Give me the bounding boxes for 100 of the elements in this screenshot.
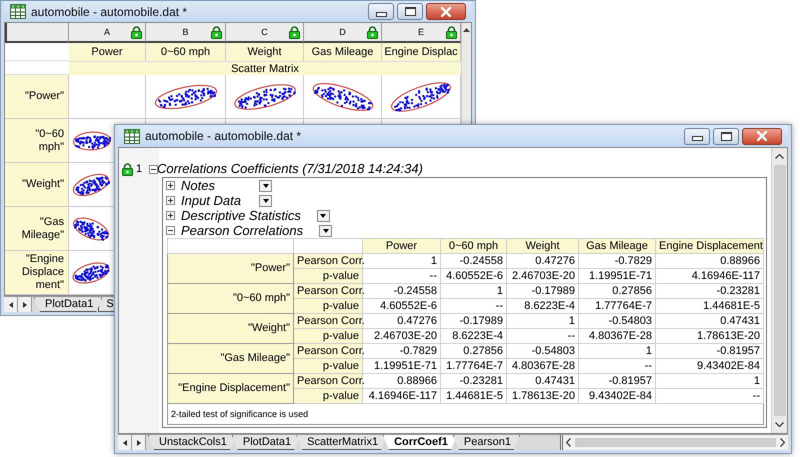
scatter-plot-drawing xyxy=(390,80,452,113)
expand-toggle[interactable] xyxy=(166,181,175,190)
section-label: Descriptive Statistics xyxy=(181,208,301,223)
grid-corner xyxy=(5,23,69,44)
table-cell: -0.81957 xyxy=(656,344,764,358)
table-cell: -0.23281 xyxy=(656,284,764,298)
scrollbar-thumb[interactable] xyxy=(574,438,776,447)
table-cell: 1.77764E-7 xyxy=(578,298,656,314)
table-cell: -0.7829 xyxy=(362,344,440,358)
table-cell: 9.43402E-84 xyxy=(656,358,764,374)
table-cell: 1 xyxy=(506,314,578,328)
lock-icon xyxy=(131,26,142,40)
scroll-up-arrow-icon[interactable] xyxy=(463,28,470,32)
column-letter: C xyxy=(261,27,268,38)
lock-icon xyxy=(446,26,457,40)
table-cell: 1 xyxy=(578,344,656,358)
row-number: 1 xyxy=(136,163,142,175)
dropdown-button[interactable] xyxy=(259,180,272,192)
sheet-tab[interactable]: PlotData1 xyxy=(34,297,102,312)
table-cell: 2.46703E-20 xyxy=(362,328,440,344)
table-cell: 0.47276 xyxy=(362,314,440,328)
table-cell: 4.60552E-6 xyxy=(362,298,440,314)
column-header[interactable]: B xyxy=(146,23,226,44)
sheet-tab[interactable]: Pearson1 xyxy=(452,435,520,450)
table-cell: -0.17989 xyxy=(506,284,578,298)
sheet-tab[interactable]: CorrCoef1 xyxy=(383,435,457,450)
table-cell: 4.16946E-117 xyxy=(656,268,764,284)
stat-label: Pearson Corr. xyxy=(294,374,362,388)
stat-label: p-value xyxy=(294,268,362,284)
table-cell: -- xyxy=(440,298,506,314)
dropdown-button[interactable] xyxy=(259,194,272,206)
row-header: "Gas Mileage" xyxy=(168,344,294,374)
table-cell: 0.27856 xyxy=(578,284,656,298)
report-title: Correlations Coefficients (7/31/2018 14:24:34) xyxy=(157,161,424,176)
stat-label: Pearson Corr. xyxy=(294,314,362,328)
expand-toggle[interactable] xyxy=(166,211,175,220)
sheet-tab[interactable]: PlotData1 xyxy=(232,435,300,450)
minimize-button[interactable] xyxy=(684,128,710,144)
table-cell: 0~60 mph xyxy=(146,43,226,62)
column-header[interactable]: C xyxy=(226,23,304,44)
table-cell: 4.16946E-117 xyxy=(362,388,440,404)
table-cell: -- xyxy=(362,268,440,284)
scatter-plot-drawing xyxy=(72,260,110,285)
table-cell: 8.6223E-4 xyxy=(506,298,578,314)
row-header: "0~60 mph" xyxy=(5,119,69,164)
close-button[interactable] xyxy=(742,128,782,144)
maximize-button[interactable] xyxy=(713,128,739,144)
row-header: "Engine Displacement" xyxy=(168,374,294,404)
column-header[interactable]: E xyxy=(382,23,461,44)
expand-toggle[interactable] xyxy=(166,226,175,235)
column-header: Weight xyxy=(506,238,578,254)
table-cell: 1 xyxy=(656,374,764,388)
table-cell: -0.54803 xyxy=(578,314,656,328)
column-letter: B xyxy=(182,27,188,38)
scatter-plot-drawing xyxy=(154,84,218,110)
table-cell: 2.46703E-20 xyxy=(506,268,578,284)
footnote: 2-tailed test of significance is used xyxy=(168,404,764,424)
dropdown-button[interactable] xyxy=(316,210,330,222)
lock-icon xyxy=(367,26,378,40)
scrollbar-thumb[interactable] xyxy=(774,165,786,416)
row-header: "Power" xyxy=(5,75,69,120)
table-cell: 1.78613E-20 xyxy=(656,328,764,344)
table-cell: -0.81957 xyxy=(578,374,656,388)
table-cell: 1 xyxy=(440,284,506,298)
column-header[interactable]: D xyxy=(304,23,382,44)
table-cell: 1.19951E-71 xyxy=(578,268,656,284)
table-cell: 0.47431 xyxy=(506,374,578,388)
stat-label: p-value xyxy=(294,358,362,374)
table-cell: -0.24558 xyxy=(362,284,440,298)
stat-label: p-value xyxy=(294,328,362,344)
sheet-tab[interactable]: ScatterMatrix1 xyxy=(296,435,388,450)
table-cell: -- xyxy=(656,388,764,404)
minimize-button[interactable] xyxy=(368,3,394,20)
expand-toggle[interactable] xyxy=(166,196,175,205)
section-label: Input Data xyxy=(181,193,242,208)
row-header: "Gas Mileage" xyxy=(5,207,69,252)
close-button[interactable] xyxy=(426,3,466,20)
spreadsheet-icon xyxy=(124,128,140,144)
expand-toggle[interactable] xyxy=(149,165,158,174)
table-cell: -0.24558 xyxy=(440,254,506,268)
scatter-plot-drawing xyxy=(72,130,112,151)
scatter-plot-drawing xyxy=(72,172,110,197)
table-cell: Scatter Matrix xyxy=(69,61,461,76)
sheet-tab[interactable]: UnstackCols1 xyxy=(148,435,236,450)
dropdown-button[interactable] xyxy=(319,224,332,236)
table-cell: 1.44681E-5 xyxy=(440,388,506,404)
column-letter: E xyxy=(418,27,424,38)
column-header: 0~60 mph xyxy=(440,238,506,254)
column-header[interactable]: A xyxy=(69,23,146,44)
table-cell: Gas Mileage xyxy=(304,43,382,62)
spreadsheet-icon xyxy=(10,4,26,20)
table-cell: 1.19951E-71 xyxy=(362,358,440,374)
window-title: automobile - automobile.dat * xyxy=(145,129,302,143)
table-cell: -0.23281 xyxy=(440,374,506,388)
table-cell: 8.6223E-4 xyxy=(440,328,506,344)
column-header: Power xyxy=(362,238,440,254)
maximize-button[interactable] xyxy=(397,3,423,20)
table-cell: 1.78613E-20 xyxy=(506,388,578,404)
stat-label: Pearson Corr. xyxy=(294,284,362,298)
lock-icon xyxy=(211,26,222,40)
